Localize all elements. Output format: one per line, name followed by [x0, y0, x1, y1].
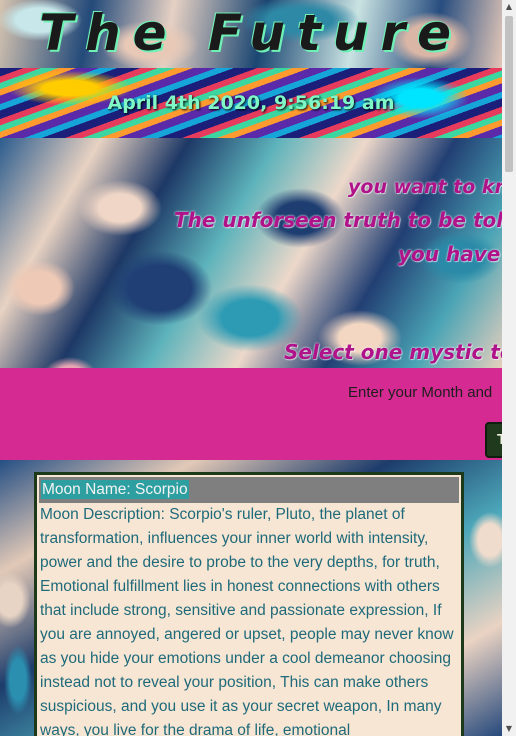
datetime-banner: April 4th 2020, 9:56:19 am — [0, 68, 502, 138]
intro-line-1: you want to kn — [348, 176, 502, 198]
moon-description: Moon Description: Scorpio's ruler, Pluto… — [40, 506, 454, 736]
input-section: Enter your Month and T — [0, 368, 516, 460]
intro-line-3: you have — [398, 242, 501, 266]
intro-line-2: The unforseen truth to be told, — [174, 208, 502, 232]
intro-section: you want to kn The unforseen truth to be… — [0, 138, 502, 368]
page-title: The Future — [38, 4, 464, 62]
scroll-up-icon[interactable]: ▲ — [502, 0, 516, 14]
date-prompt: Enter your Month and — [348, 384, 493, 401]
results-section: Moon Name: Scorpio Moon Description: Sco… — [0, 460, 502, 736]
moon-name-row: Moon Name: Scorpio — [39, 477, 459, 503]
scrollbar-thumb[interactable] — [505, 16, 513, 172]
intro-line-4: Select one mystic te — [284, 340, 502, 364]
header-banner: The Future — [0, 0, 502, 68]
current-datetime: April 4th 2020, 9:56:19 am — [107, 92, 395, 114]
moon-name: Moon Name: Scorpio — [41, 480, 189, 499]
scroll-down-icon[interactable]: ▼ — [502, 722, 516, 736]
vertical-scrollbar[interactable]: ▲ ▼ — [502, 0, 516, 736]
moon-card: Moon Name: Scorpio Moon Description: Sco… — [34, 472, 464, 736]
